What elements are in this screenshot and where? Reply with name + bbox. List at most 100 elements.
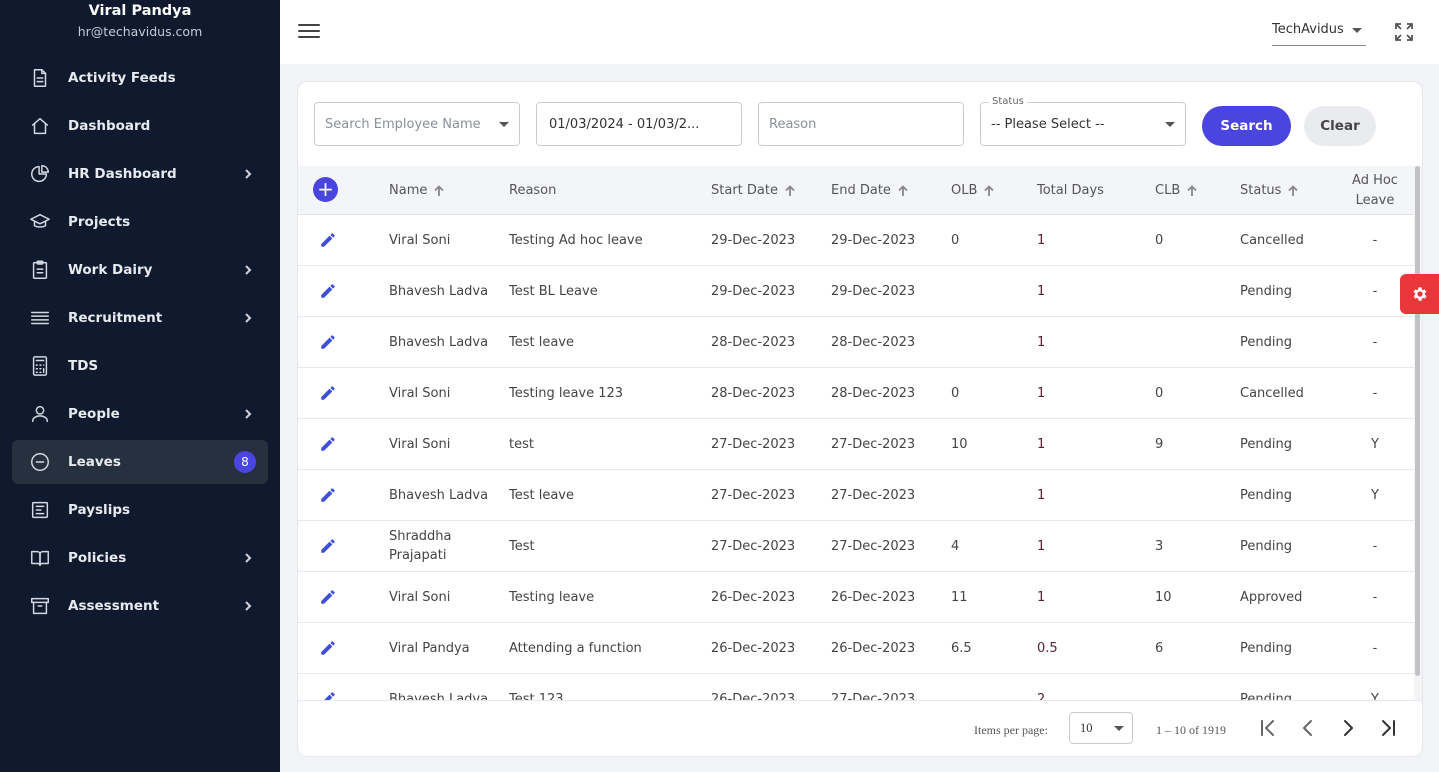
table-row: Viral Soni Testing Ad hoc leave 29-Dec-202…	[298, 215, 1414, 266]
sort-arrow-up-icon[interactable]	[1186, 184, 1198, 197]
sidebar: Viral Pandya hr@techavidus.com Activity …	[0, 0, 280, 772]
fullscreen-icon[interactable]	[1394, 22, 1414, 42]
payslip-icon	[28, 498, 52, 522]
sidebar-item-payslips[interactable]: Payslips	[12, 488, 268, 532]
sidebar-item-hr-dashboard[interactable]: HR Dashboard	[12, 152, 268, 196]
caret-down-icon	[1114, 726, 1124, 731]
leaves-table: + Name Reason Start Date End Date OLB Total D…	[298, 166, 1414, 700]
edit-pencil-icon[interactable]	[319, 486, 337, 504]
column-header-label: Ad Hoc Leave	[1352, 172, 1398, 208]
settings-gear-icon[interactable]	[1400, 274, 1439, 314]
chevron-right-icon	[240, 598, 256, 614]
sidebar-item-label: Recruitment	[68, 310, 163, 326]
company-select[interactable]: TechAvidus	[1272, 18, 1366, 46]
first-page-icon[interactable]	[1257, 717, 1279, 739]
sort-arrow-up-icon[interactable]	[784, 184, 796, 197]
items-per-page-select[interactable]: 10	[1069, 712, 1133, 744]
sidebar-item-dashboard[interactable]: Dashboard	[12, 104, 268, 148]
cell-status: Pending	[1240, 538, 1292, 554]
table-row: Viral Soni test 27-Dec-2023 27-Dec-2023 10 1 9…	[298, 419, 1414, 470]
edit-pencil-icon[interactable]	[319, 333, 337, 351]
edit-pencil-icon[interactable]	[319, 588, 337, 606]
cell-end: 28-Dec-2023	[831, 334, 916, 350]
cell-status: Cancelled	[1240, 232, 1304, 248]
edit-pencil-icon[interactable]	[319, 435, 337, 453]
edit-pencil-icon[interactable]	[319, 231, 337, 249]
clear-button[interactable]: Clear	[1304, 106, 1376, 146]
column-header-start[interactable]: Start Date	[711, 166, 796, 215]
cell-total: 1	[1037, 334, 1046, 350]
table-scrollbar[interactable]	[1414, 166, 1422, 700]
sidebar-item-projects[interactable]: Projects	[12, 200, 268, 244]
cell-clb: 0	[1155, 385, 1164, 401]
edit-pencil-icon[interactable]	[319, 384, 337, 402]
cell-name: Bhavesh Ladva	[389, 283, 489, 299]
edit-pencil-icon[interactable]	[319, 639, 337, 657]
cell-end: 27-Dec-2023	[831, 487, 916, 503]
edit-pencil-icon[interactable]	[319, 537, 337, 555]
cell-total: 1	[1037, 283, 1046, 299]
column-header-status[interactable]: Status	[1240, 166, 1299, 215]
table-row: Bhavesh Ladva Test BL Leave 29-Dec-2023 29-…	[298, 266, 1414, 317]
cell-total: 1	[1037, 487, 1046, 503]
sidebar-item-policies[interactable]: Policies	[12, 536, 268, 580]
date-range-input[interactable]: 01/03/2024 - 01/03/2...	[536, 102, 742, 146]
search-button[interactable]: Search	[1202, 106, 1291, 146]
reason-input[interactable]: Reason	[758, 102, 964, 146]
sort-arrow-up-icon[interactable]	[897, 184, 909, 197]
cell-name: Viral Soni	[389, 385, 451, 401]
column-header-adhoc: Ad Hoc Leave	[1352, 166, 1398, 215]
edit-pencil-icon[interactable]	[319, 690, 337, 700]
column-header-end[interactable]: End Date	[831, 166, 909, 215]
user-profile: Viral Pandya hr@techavidus.com	[0, 0, 280, 43]
cell-adhoc: -	[1372, 589, 1378, 605]
cell-start: 28-Dec-2023	[711, 334, 796, 350]
cell-olb: 11	[951, 589, 968, 605]
items-per-page-label: Items per page:	[974, 723, 1048, 737]
document-icon	[28, 66, 52, 90]
cell-clb: 9	[1155, 436, 1164, 452]
sort-arrow-up-icon[interactable]	[433, 184, 445, 197]
cell-name: Viral Soni	[389, 589, 451, 605]
add-leave-button[interactable]: +	[313, 177, 338, 202]
sort-arrow-up-icon[interactable]	[983, 184, 995, 197]
column-header-name[interactable]: Name	[389, 166, 445, 215]
sidebar-item-assessment[interactable]: Assessment	[12, 584, 268, 628]
scrollbar-thumb[interactable]	[1415, 166, 1420, 676]
employee-name-select[interactable]: Search Employee Name	[314, 102, 520, 146]
cell-adhoc: -	[1372, 640, 1378, 656]
cell-name: Viral Soni	[389, 232, 451, 248]
column-header-total: Total Days	[1037, 166, 1104, 215]
minus-circle-icon	[28, 450, 52, 474]
sidebar-item-leaves[interactable]: Leaves 8	[12, 440, 268, 484]
table-body: Viral Soni Testing Ad hoc leave 29-Dec-202…	[298, 215, 1414, 700]
column-header-olb[interactable]: OLB	[951, 166, 995, 215]
sidebar-item-activity-feeds[interactable]: Activity Feeds	[12, 56, 268, 100]
cell-status: Cancelled	[1240, 385, 1304, 401]
edit-pencil-icon[interactable]	[319, 282, 337, 300]
cell-start: 27-Dec-2023	[711, 436, 796, 452]
sort-arrow-up-icon[interactable]	[1287, 184, 1299, 197]
previous-page-icon[interactable]	[1297, 717, 1319, 739]
column-header-clb[interactable]: CLB	[1155, 166, 1198, 215]
sidebar-item-label: Dashboard	[68, 118, 151, 134]
cell-start: 27-Dec-2023	[711, 487, 796, 503]
sidebar-item-label: Assessment	[68, 598, 160, 614]
status-select[interactable]: Status -- Please Select --	[980, 96, 1186, 146]
cell-clb: 3	[1155, 538, 1164, 554]
cell-reason: Test	[509, 538, 535, 554]
sidebar-item-people[interactable]: People	[12, 392, 268, 436]
next-page-icon[interactable]	[1337, 717, 1359, 739]
hamburger-menu-icon[interactable]	[298, 20, 320, 42]
last-page-icon[interactable]	[1377, 717, 1399, 739]
cell-start: 27-Dec-2023	[711, 538, 796, 554]
clipboard-icon	[28, 258, 52, 282]
cell-total: 1	[1037, 232, 1046, 248]
cell-end: 27-Dec-2023	[831, 538, 916, 554]
sidebar-item-tds[interactable]: TDS	[12, 344, 268, 388]
sidebar-item-label: TDS	[68, 358, 99, 374]
sidebar-item-recruitment[interactable]: Recruitment	[12, 296, 268, 340]
cell-status: Pending	[1240, 691, 1292, 701]
caret-down-icon	[499, 122, 509, 127]
sidebar-item-work-dairy[interactable]: Work Dairy	[12, 248, 268, 292]
